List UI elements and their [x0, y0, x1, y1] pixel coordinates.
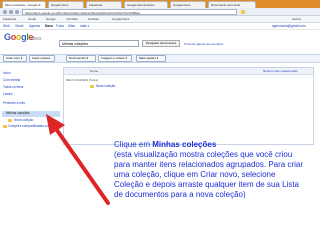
callout-body: (esta visualização mostra coleções que v… — [114, 150, 303, 199]
callout-highlight: Minhas coleções — [152, 140, 217, 149]
callout-prefix: Clique em — [114, 140, 153, 149]
instruction-callout: Clique em Minhas coleções (esta visualiza… — [114, 140, 304, 200]
pointer-arrow — [46, 114, 110, 205]
